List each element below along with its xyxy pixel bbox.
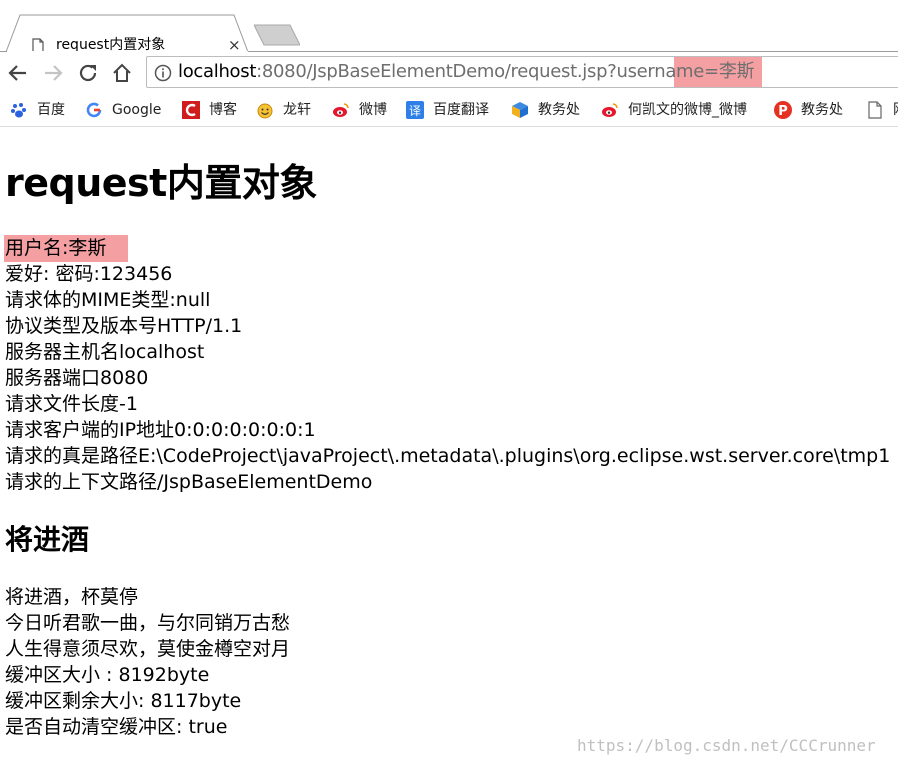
svg-text:译: 译 (409, 104, 421, 118)
info-line-hostname: 服务器主机名localhost (5, 341, 205, 363)
info-line-ip: 请求客户端的IP地址0:0:0:0:0:0:0:1 (5, 419, 316, 441)
bookmark-label: Google (112, 102, 162, 118)
new-tab-button[interactable] (254, 23, 300, 47)
watermark: https://blog.csdn.net/CCCrunner (577, 736, 876, 755)
p-badge-icon: P (774, 101, 792, 119)
site-info-icon[interactable] (154, 64, 172, 82)
svg-text:P: P (778, 104, 788, 119)
bookmark-label: 教务处 (801, 102, 843, 118)
home-icon[interactable] (111, 62, 133, 84)
bookmark-label: 何凯文的微博_微博 (628, 102, 747, 118)
page-icon (868, 101, 882, 119)
poem-line: 今日听君歌一曲，与尔同销万古愁 (5, 612, 291, 634)
browser-tab[interactable]: request内置对象 × (6, 14, 248, 53)
url-host: localhost (178, 61, 257, 82)
back-arrow-icon[interactable] (7, 62, 29, 84)
weibo-icon (602, 103, 618, 117)
bookmark-label: 教务处 (538, 102, 580, 118)
info-line-protocol: 协议类型及版本号HTTP/1.1 (5, 315, 243, 337)
buffer-size-line: 缓冲区大小 : 8192byte (5, 664, 210, 686)
info-line-port: 服务器端口8080 (5, 367, 149, 389)
bookmarks-bar: 百度 Google 博客 龙轩 微博 译 百度翻译 教务处 何凯文的微博_微博 … (0, 92, 898, 127)
info-line-mime: 请求体的MIME类型:null (5, 289, 211, 311)
poem-line: 人生得意须尽欢，莫使金樽空对月 (5, 638, 291, 660)
bookmark-label: 博客 (209, 102, 237, 118)
poem-title: 将进酒 (5, 523, 90, 556)
bookmark-more[interactable]: 网 (866, 100, 898, 120)
weibo-icon (333, 103, 349, 117)
bookmark-label: 网 (893, 101, 898, 119)
forward-arrow-icon[interactable] (42, 62, 64, 84)
info-line-context-path: 请求的上下文路径/JspBaseElementDemo (5, 471, 373, 493)
buffer-remaining-line: 缓冲区剩余大小: 8117byte (5, 690, 242, 712)
reload-icon[interactable] (77, 62, 99, 84)
url-path: :8080/JspBaseElementDemo/request.jsp?use… (256, 61, 755, 82)
bookmark-label: 微博 (359, 102, 387, 118)
autoflush-line: 是否自动清空缓冲区: true (5, 716, 228, 738)
tab-strip: request内置对象 × (0, 0, 898, 53)
google-g-icon (86, 102, 102, 118)
info-line-length: 请求文件长度-1 (5, 393, 138, 415)
poem-line: 将进酒，杯莫停 (5, 586, 139, 608)
bookmark-label: 百度 (37, 102, 65, 118)
page-title: request内置对象 (5, 161, 317, 205)
translate-icon: 译 (406, 101, 424, 119)
bookmark-label: 百度翻译 (433, 102, 489, 118)
baidu-paw-icon (11, 103, 26, 118)
smiley-icon (257, 103, 273, 119)
url-text[interactable]: localhost:8080/JspBaseElementDemo/reques… (178, 61, 755, 82)
bookmark-label: 龙轩 (283, 102, 311, 118)
csdn-c-icon (182, 101, 200, 119)
info-line-hobby-password: 爱好: 密码:123456 (5, 263, 173, 285)
info-line-realpath: 请求的真是路径E:\CodeProject\javaProject\.metad… (5, 445, 891, 467)
info-line-username: 用户名:李斯 (5, 237, 107, 259)
cube-icon (512, 102, 528, 118)
